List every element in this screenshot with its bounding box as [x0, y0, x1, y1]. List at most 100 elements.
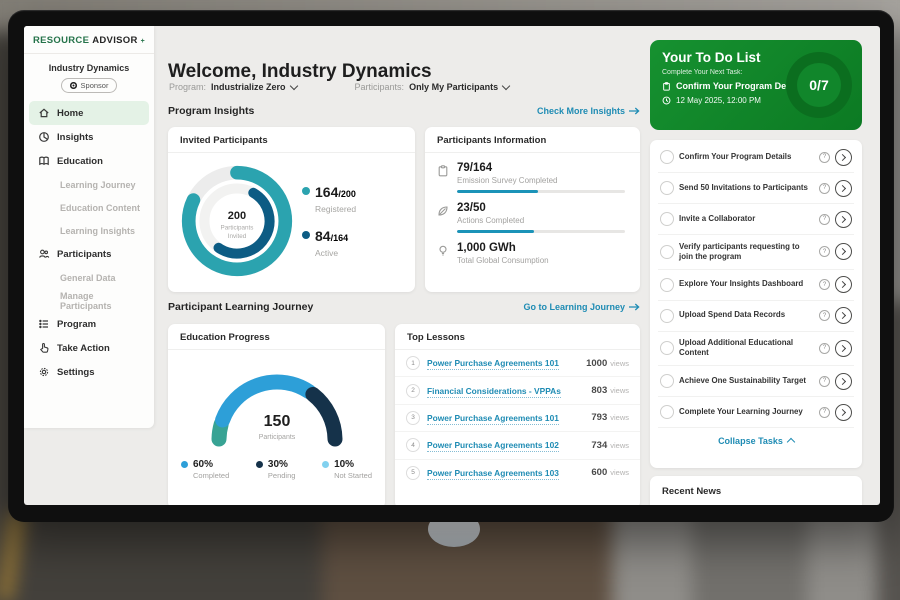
- program-select[interactable]: Program: Industrialize Zero: [169, 82, 297, 92]
- sidebar-item-general-data[interactable]: General Data: [29, 266, 149, 289]
- todo-item-label: Verify participants requesting to join t…: [679, 242, 814, 263]
- todo-item: Verify participants requesting to join t…: [658, 235, 854, 270]
- program-insights-header: Program Insights Check More Insights: [168, 105, 640, 117]
- lesson-link[interactable]: Power Purchase Agreements 101: [427, 358, 586, 368]
- book-icon: [38, 155, 50, 167]
- legend-item-pending: 30% Pending: [256, 459, 296, 480]
- gauge-center-value: 150: [263, 413, 290, 430]
- todo-progress-ring: 0/7: [786, 52, 852, 118]
- todo-go-button[interactable]: [835, 404, 852, 421]
- views-unit: views: [610, 468, 629, 477]
- info-value: 79/164: [457, 162, 628, 175]
- donut-center-label1: Participants: [221, 224, 254, 231]
- sidebar-item-home[interactable]: Home: [29, 101, 149, 125]
- info-icon[interactable]: [819, 407, 830, 418]
- todo-checkbox[interactable]: [660, 278, 674, 292]
- arrow-right-icon: [629, 107, 640, 115]
- info-icon[interactable]: [819, 152, 830, 163]
- gauge-segment: [312, 394, 334, 439]
- link-label: Go to Learning Journey: [523, 302, 625, 312]
- todo-checkbox[interactable]: [660, 181, 674, 195]
- check-more-insights-link[interactable]: Check More Insights: [537, 106, 640, 116]
- info-icon[interactable]: [819, 310, 830, 321]
- info-row-consumption: 1,000 GWh Total Global Consumption: [437, 242, 628, 265]
- sidebar-item-label: Learning Insights: [60, 226, 135, 236]
- todo-go-button[interactable]: [835, 211, 852, 228]
- sidebar-item-participants[interactable]: Participants: [29, 242, 149, 266]
- sidebar-item-settings[interactable]: Settings: [29, 360, 149, 384]
- todo-item-label: Send 50 Invitations to Participants: [679, 183, 814, 193]
- views-unit: views: [610, 413, 629, 422]
- todo-due-date: 12 May 2025, 12:00 PM: [676, 96, 761, 105]
- go-to-learning-journey-link[interactable]: Go to Learning Journey: [523, 302, 640, 312]
- participants-select-label: Participants:: [355, 82, 405, 92]
- views-unit: views: [610, 441, 629, 450]
- info-label: Total Global Consumption: [457, 256, 628, 265]
- insights-icon: [38, 131, 50, 143]
- lesson-row: 3 Power Purchase Agreements 101 793 view…: [395, 405, 640, 432]
- people-icon: [38, 248, 50, 260]
- sidebar-item-education-content[interactable]: Education Content: [29, 196, 149, 219]
- sidebar-item-program[interactable]: Program: [29, 312, 149, 336]
- todo-checkbox[interactable]: [660, 341, 674, 355]
- sidebar-item-insights[interactable]: Insights: [29, 125, 149, 149]
- recent-news-card: Recent News: [650, 476, 862, 505]
- education-gauge-chart: 150 Participants: [197, 360, 357, 452]
- lesson-views: 1000: [586, 358, 607, 369]
- todo-go-button[interactable]: [835, 180, 852, 197]
- lesson-link[interactable]: Power Purchase Agreements 102: [427, 440, 591, 450]
- registered-label: Registered: [315, 204, 356, 214]
- todo-item-label: Achieve One Sustainability Target: [679, 376, 814, 386]
- todo-item: Send 50 Invitations to Participants: [658, 173, 854, 204]
- todo-checkbox[interactable]: [660, 150, 674, 164]
- info-icon[interactable]: [819, 214, 830, 225]
- todo-go-button[interactable]: [835, 307, 852, 324]
- sidebar-item-education[interactable]: Education: [29, 149, 149, 173]
- lesson-views: 793: [591, 412, 607, 423]
- info-icon[interactable]: [819, 343, 830, 354]
- todo-go-button[interactable]: [835, 340, 852, 357]
- todo-checkbox[interactable]: [660, 309, 674, 323]
- todo-checkbox[interactable]: [660, 212, 674, 226]
- todo-go-button[interactable]: [835, 276, 852, 293]
- collapse-tasks-link[interactable]: Collapse Tasks: [658, 428, 854, 446]
- sponsor-badge-label: Sponsor: [81, 81, 109, 90]
- lesson-link[interactable]: Power Purchase Agreements 103: [427, 468, 591, 478]
- legend-item-not-started: 10% Not Started: [322, 459, 372, 480]
- rank-badge: 5: [406, 466, 420, 480]
- sidebar-item-label: Education: [57, 156, 103, 167]
- lesson-link[interactable]: Financial Considerations - VPPAs: [427, 386, 591, 396]
- todo-item: Confirm Your Program Details: [658, 142, 854, 173]
- sidebar-item-manage-participants[interactable]: Manage Participants: [29, 289, 149, 312]
- lesson-link[interactable]: Power Purchase Agreements 101: [427, 413, 591, 423]
- sidebar-item-take-action[interactable]: Take Action: [29, 336, 149, 360]
- info-icon[interactable]: [819, 376, 830, 387]
- info-row-actions: 23/50 Actions Completed: [437, 202, 628, 233]
- participants-select-value: Only My Participants: [409, 82, 498, 92]
- todo-item-label: Explore Your Insights Dashboard: [679, 279, 814, 289]
- info-icon[interactable]: [819, 246, 830, 257]
- sidebar-item-learning-insights[interactable]: Learning Insights: [29, 219, 149, 242]
- todo-checkbox[interactable]: [660, 405, 674, 419]
- rank-badge: 4: [406, 438, 420, 452]
- info-icon[interactable]: [819, 279, 830, 290]
- sidebar-item-label: Program: [57, 319, 96, 330]
- edu-legend-dot: [181, 461, 188, 468]
- info-icon[interactable]: [819, 183, 830, 194]
- section-title: Participant Learning Journey: [168, 301, 313, 313]
- todo-go-button[interactable]: [835, 373, 852, 390]
- info-value: 23/50: [457, 202, 628, 215]
- todo-checkbox[interactable]: [660, 245, 674, 259]
- sidebar-item-label: Insights: [57, 132, 93, 143]
- todo-item-label: Complete Your Learning Journey: [679, 407, 814, 417]
- info-progress-fill: [457, 190, 538, 194]
- todo-go-button[interactable]: [835, 243, 852, 260]
- todo-checkbox[interactable]: [660, 374, 674, 388]
- participants-select[interactable]: Participants: Only My Participants: [355, 82, 510, 92]
- legend-label: Completed: [193, 471, 229, 480]
- page-title: Welcome, Industry Dynamics: [168, 61, 432, 83]
- todo-go-button[interactable]: [835, 149, 852, 166]
- sidebar-item-learning-journey[interactable]: Learning Journey: [29, 173, 149, 196]
- clock-icon: [662, 96, 671, 105]
- todo-list-card: Confirm Your Program Details Send 50 Inv…: [650, 140, 862, 468]
